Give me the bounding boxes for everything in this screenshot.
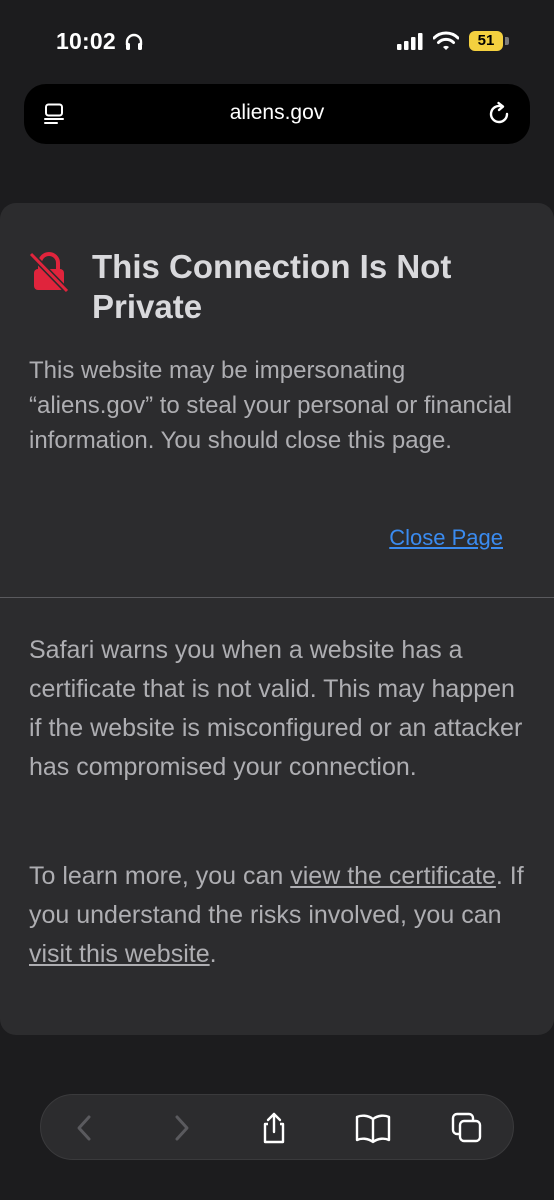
address-bar[interactable]: aliens.gov bbox=[24, 84, 530, 144]
tabs-icon[interactable] bbox=[450, 1111, 484, 1145]
headphones-icon bbox=[124, 32, 144, 57]
status-bar: 10:02 51 bbox=[0, 0, 554, 80]
reload-icon[interactable] bbox=[486, 101, 512, 132]
bookmarks-icon[interactable] bbox=[355, 1111, 391, 1145]
divider bbox=[0, 597, 554, 598]
warning-title: This Connection Is Not Private bbox=[92, 248, 452, 325]
visit-website-link[interactable]: visit this website bbox=[29, 940, 210, 968]
battery-level: 51 bbox=[477, 32, 495, 49]
learn-more-prefix: To learn more, you can bbox=[29, 862, 291, 890]
warning-description: This website may be impersonating “alien… bbox=[29, 357, 512, 454]
certificate-warning-card: This Connection Is Not Private This webs… bbox=[0, 203, 554, 1035]
status-time: 10:02 bbox=[56, 28, 116, 54]
share-icon[interactable] bbox=[257, 1111, 291, 1145]
url-text[interactable]: aliens.gov bbox=[24, 101, 530, 125]
learn-more-suffix: . bbox=[209, 940, 217, 968]
warning-details: Safari warns you when a website has a ce… bbox=[29, 636, 523, 781]
learn-more-paragraph: To learn more, you can view the certific… bbox=[29, 857, 529, 974]
forward-icon[interactable] bbox=[164, 1111, 198, 1145]
close-page-link[interactable]: Close Page bbox=[389, 525, 503, 551]
back-icon[interactable] bbox=[68, 1111, 102, 1145]
bottom-toolbar bbox=[40, 1094, 514, 1160]
battery-indicator: 51 bbox=[469, 31, 511, 51]
view-certificate-link[interactable]: view the certificate bbox=[290, 862, 496, 890]
broken-lock-icon bbox=[28, 251, 70, 298]
cellular-signal-icon bbox=[397, 32, 425, 55]
wifi-icon bbox=[432, 31, 460, 56]
